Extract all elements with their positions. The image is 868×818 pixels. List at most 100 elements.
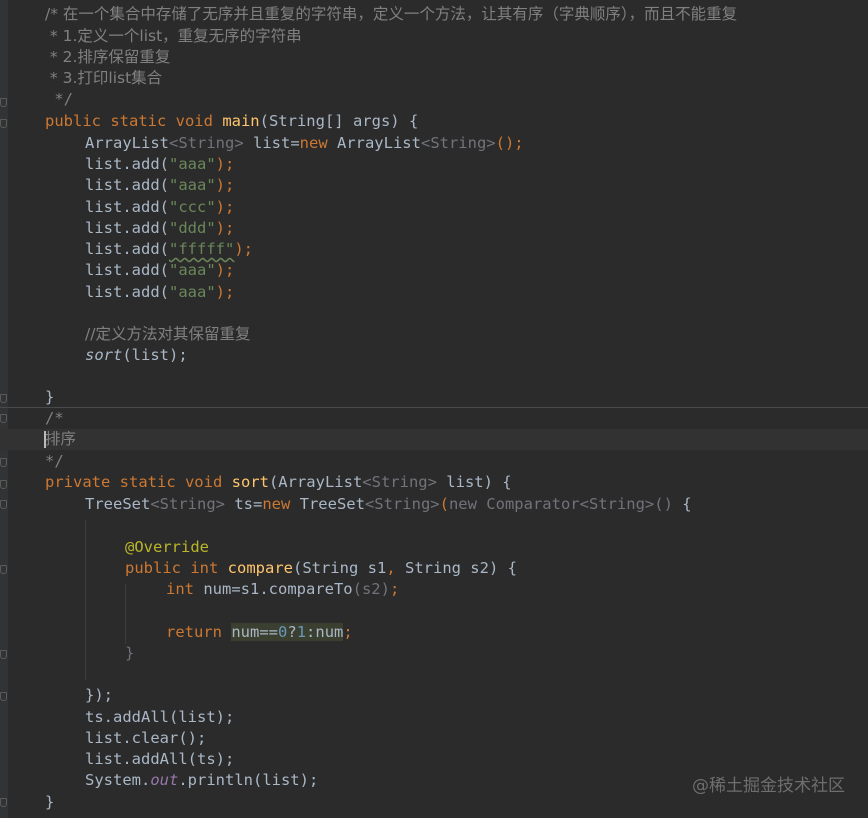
highlighted-expression: num==0?1:num: [231, 623, 344, 641]
code-line-close-brace[interactable]: }: [125, 643, 134, 664]
code-line-arraylist[interactable]: ArrayList<String> list=new ArrayList<Str…: [85, 133, 524, 154]
indent-guide: [125, 584, 126, 644]
string-literal: "fffff": [169, 240, 235, 258]
code-line-add[interactable]: list.add("aaa");: [85, 154, 234, 175]
generic-type: <String>: [169, 134, 244, 152]
code-line-println[interactable]: System.out.println(list);: [85, 770, 318, 791]
code-text: ArrayList: [85, 134, 169, 152]
code-text: list.add(: [85, 155, 169, 173]
code-text: list.add(: [85, 283, 169, 301]
comment-text: */: [45, 452, 64, 470]
anonymous-class: new Comparator<String>(): [448, 495, 673, 513]
brace: }: [45, 793, 55, 811]
method-separator: [0, 407, 868, 408]
code-text: num=s1.compareTo: [203, 580, 353, 598]
code-text: list.add(: [85, 261, 169, 279]
code-line-return[interactable]: return num==0?1:num;: [166, 622, 353, 643]
code-text: list) {: [436, 473, 512, 491]
code-text: TreeSet: [299, 495, 365, 513]
code-text: TreeSet: [85, 495, 151, 513]
static-field: out: [150, 771, 179, 789]
code-text: });: [85, 686, 113, 704]
fold-icon[interactable]: [0, 414, 7, 423]
code-line-annotation[interactable]: @Override: [125, 537, 209, 558]
fold-icon[interactable]: [0, 98, 7, 107]
code-line-add[interactable]: list.add("ccc");: [85, 197, 234, 218]
code-line-comment: */: [45, 451, 64, 472]
brace: }: [45, 388, 55, 406]
code-text: list.clear();: [85, 729, 207, 747]
code-line-comment: */: [45, 89, 73, 110]
code-line-comment: /*: [45, 408, 64, 429]
fold-icon[interactable]: [0, 565, 7, 574]
code-text: (ArrayList: [268, 473, 363, 491]
code-line-close-brace[interactable]: }: [45, 792, 54, 813]
fold-icon[interactable]: [0, 394, 7, 403]
code-line-sort-call[interactable]: sort(list);: [85, 345, 188, 366]
generic-type: <String>: [420, 134, 496, 152]
code-line-addall[interactable]: list.addAll(ts);: [85, 749, 234, 770]
code-text: ;: [343, 623, 353, 641]
keyword: private static void: [45, 473, 232, 491]
code-line-add[interactable]: list.add("aaa");: [85, 175, 234, 196]
code-line-close-brace[interactable]: }: [45, 387, 54, 408]
comment-text: /*: [45, 409, 64, 427]
fold-icon[interactable]: [0, 500, 7, 509]
fold-icon[interactable]: [0, 692, 7, 701]
comment-text: * 1.定义一个list，重复无序的字符串: [45, 27, 302, 45]
code-line-add[interactable]: list.add("fffff");: [85, 239, 253, 260]
code-text: );: [215, 261, 235, 279]
code-line-close-anon[interactable]: });: [85, 685, 113, 706]
generic-type: <String>: [150, 495, 225, 513]
fold-icon[interactable]: [0, 650, 7, 659]
number-literal: 1: [296, 623, 307, 641]
code-editor[interactable]: /* 在一个集合中存储了无序并且重复的字符串，定义一个方法，让其有序（字典顺序）…: [0, 0, 868, 818]
comment-text: //定义方法对其保留重复: [85, 325, 251, 343]
code-line-treeset[interactable]: TreeSet<String> ts=new TreeSet<String>(n…: [85, 494, 692, 515]
code-text: (String[] args) {: [259, 112, 419, 130]
code-text: ts.addAll(list);: [85, 708, 235, 726]
code-text: :num: [306, 623, 344, 641]
code-text: list=: [243, 134, 300, 152]
string-literal: "ddd": [169, 219, 216, 237]
method-name: main: [222, 112, 260, 130]
fold-icon[interactable]: [0, 798, 7, 807]
comment-text: * 2.排序保留重复: [45, 48, 171, 66]
code-text: String s2: [395, 559, 489, 577]
fold-icon[interactable]: [0, 458, 7, 467]
indent-guide: [85, 520, 86, 680]
code-line-comment: * 1.定义一个list，重复无序的字符串: [45, 26, 302, 47]
code-text: );: [215, 219, 235, 237]
code-text: list.add(: [85, 219, 169, 237]
code-text: (s2): [352, 580, 390, 598]
comment-text: */: [45, 90, 73, 108]
code-line-add[interactable]: list.add("ddd");: [85, 218, 234, 239]
code-text: list.addAll(ts);: [85, 750, 235, 768]
code-line-int-num[interactable]: int num=s1.compareTo(s2);: [166, 579, 399, 600]
code-text: list.add(: [85, 240, 169, 258]
code-line-main-signature[interactable]: public static void main(String[] args) {: [45, 111, 418, 132]
method-call: sort: [85, 346, 123, 364]
method-name: compare: [227, 559, 293, 577]
keyword: return: [166, 623, 232, 641]
method-name: sort: [231, 473, 269, 491]
brace: {: [672, 495, 692, 513]
code-line-addall[interactable]: ts.addAll(list);: [85, 707, 234, 728]
code-line-sort-signature[interactable]: private static void sort(ArrayList<Strin…: [45, 472, 512, 493]
code-line-add[interactable]: list.add("aaa");: [85, 260, 234, 281]
watermark: @稀土掘金技术社区: [692, 776, 845, 796]
string-literal: "ccc": [169, 198, 216, 216]
current-line-highlight: [0, 429, 868, 450]
code-text: ();: [495, 134, 524, 152]
string-literal: "aaa": [169, 155, 216, 173]
code-line-compare-signature[interactable]: public int compare(String s1, String s2)…: [125, 558, 517, 579]
fold-icon[interactable]: [0, 480, 7, 489]
fold-icon[interactable]: [0, 119, 7, 128]
code-text: list.add(: [85, 198, 169, 216]
code-line-add[interactable]: list.add("aaa");: [85, 282, 234, 303]
code-line-clear[interactable]: list.clear();: [85, 728, 206, 749]
code-text: ts=: [224, 495, 263, 513]
code-text: (list);: [122, 346, 188, 364]
code-text: );: [215, 155, 235, 173]
keyword: public int: [125, 559, 228, 577]
